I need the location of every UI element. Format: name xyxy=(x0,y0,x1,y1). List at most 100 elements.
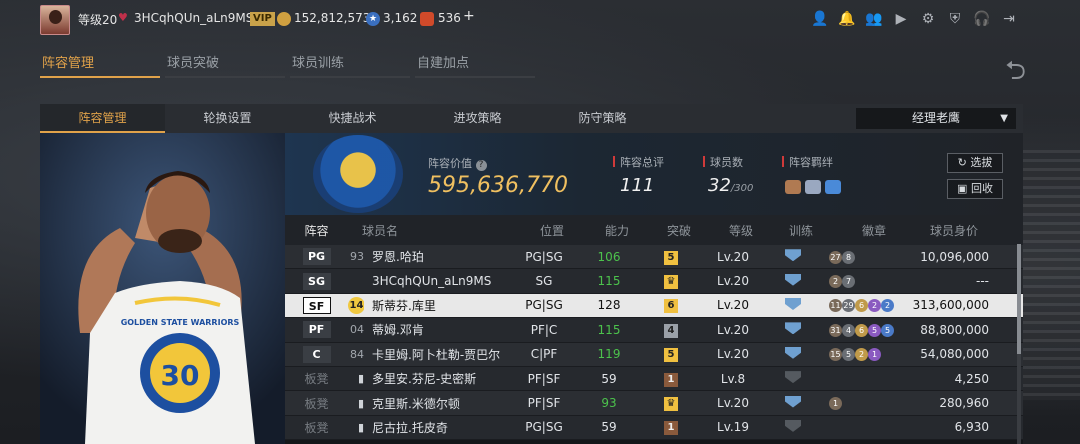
help-icon[interactable]: ? xyxy=(475,160,487,171)
back-arrow-icon[interactable]: ⮌ xyxy=(1005,52,1026,96)
training-icon xyxy=(785,419,801,432)
subtab-defense[interactable]: 防守策略 xyxy=(540,104,665,133)
badge-icon: 8 xyxy=(842,250,855,264)
header-badges[interactable]: 徽章 xyxy=(831,222,911,239)
header-ability[interactable]: 能力 xyxy=(587,222,647,239)
table-row[interactable]: SG 3HCqhQUn_aLn9MS SG 115 ♛ Lv.20 2 7 --- xyxy=(285,269,1023,294)
header-position[interactable]: 位置 xyxy=(517,222,587,239)
header-level[interactable]: 等级 xyxy=(711,222,771,239)
table-row[interactable]: SF 14 斯蒂芬.库里 PG|SG 128 6 Lv.20 11 29 6 2 2 313,600,0… xyxy=(285,293,1023,319)
header-breakthrough[interactable]: 突破 xyxy=(647,222,711,239)
recycle-button[interactable]: ▣ 回收 xyxy=(947,179,1003,199)
training-icon xyxy=(785,273,801,286)
table-row[interactable]: 板凳 ▮ 多里安.芬尼-史密斯 PF|SF 59 1 Lv.8 4,250 xyxy=(285,366,1023,392)
gear-icon[interactable]: ⚙ xyxy=(919,10,937,28)
player-value: 280,960 xyxy=(939,396,989,411)
badge-icon: 29 xyxy=(842,299,855,313)
lineup-slot[interactable]: C xyxy=(285,345,348,363)
header-value[interactable]: 球员身价 xyxy=(911,222,1011,239)
badge-icon: 4 xyxy=(842,323,855,337)
lineup-slot[interactable]: PG xyxy=(285,248,348,266)
table-row[interactable]: C 84 卡里姆.阿卜杜勒-贾巴尔 C|PF 119 5 Lv.20 15 5 2 1 54,080,… xyxy=(285,342,1023,367)
training-icon xyxy=(785,371,801,384)
lineup-slot[interactable]: SG xyxy=(285,272,348,290)
player-name: 蒂姆.邓肯 xyxy=(372,323,424,338)
lineup-panel: 阵容管理 轮换设置 快捷战术 进攻策略 防守策略 经理老鹰 ▼ 30 GOLDE… xyxy=(40,104,1023,444)
header-lineup[interactable]: 阵容 xyxy=(285,222,348,239)
avatar[interactable] xyxy=(40,5,70,35)
lineup-slot[interactable]: 板凳 xyxy=(285,419,348,436)
header-name[interactable]: 球员名 xyxy=(348,222,517,239)
table-row[interactable]: 板凳 ▮ 尼古拉.托皮奇 PG|SG 59 1 Lv.19 6,930 xyxy=(285,415,1023,441)
main-tabs: 阵容管理 球员突破 球员训练 自建加点 xyxy=(40,52,540,78)
lineup-value: 595,636,770 xyxy=(428,173,568,198)
breakthrough-cell: ♛ xyxy=(639,395,703,412)
training-icon xyxy=(785,395,801,408)
select-button[interactable]: ↻ 选拔 xyxy=(947,153,1003,173)
player-value: 313,600,000 xyxy=(912,298,989,313)
table-row[interactable]: PG 93 罗恩.哈珀 PG|SG 106 5 Lv.20 27 8 10,096,000 xyxy=(285,245,1023,270)
badge-icon: 5 xyxy=(881,323,894,337)
tab-breakthrough[interactable]: 球员突破 xyxy=(165,52,285,78)
video-icon[interactable]: ▶ xyxy=(892,10,910,28)
add-currency-button[interactable]: + xyxy=(463,8,475,24)
player-value: 4,250 xyxy=(954,371,989,386)
tab-custom-points[interactable]: 自建加点 xyxy=(415,52,535,78)
slot-tag: SG xyxy=(302,272,331,290)
player-ability: 115 xyxy=(597,322,621,337)
tab-training[interactable]: 球员训练 xyxy=(290,52,410,78)
badge-icon: 2 xyxy=(855,348,868,362)
player-ability: 128 xyxy=(597,298,621,313)
player-level: Lv.20 xyxy=(717,347,749,362)
player-name: 卡里姆.阿卜杜勒-贾巴尔 xyxy=(372,347,501,362)
lineup-slot[interactable]: SF xyxy=(285,296,348,314)
bond-icons[interactable] xyxy=(785,180,841,194)
player-value: 54,080,000 xyxy=(920,347,989,362)
heart-icon: ♥ xyxy=(118,11,128,24)
subtab-rotation[interactable]: 轮换设置 xyxy=(165,104,290,133)
player-position: PG|SG xyxy=(525,298,563,313)
player-name: 多里安.芬尼-史密斯 xyxy=(372,372,477,387)
player-value: --- xyxy=(976,274,989,289)
badge-icon: 5 xyxy=(868,323,881,337)
lineup-rating-label: 阵容总评 xyxy=(613,154,664,170)
manager-dropdown-value: 经理老鹰 xyxy=(911,111,960,125)
player-level: Lv.8 xyxy=(720,371,746,386)
badges-cell: 1 xyxy=(823,396,903,411)
header-training[interactable]: 训练 xyxy=(771,222,831,239)
player-level: Lv.20 xyxy=(717,322,749,337)
lineup-slot[interactable]: PF xyxy=(285,321,348,339)
jersey-num: 04 xyxy=(348,323,364,336)
manager-dropdown[interactable]: 经理老鹰 ▼ xyxy=(856,108,1016,129)
table-row[interactable]: 板凳 ▮ 克里斯.米德尔顿 PF|SF 93 ♛ Lv.20 1 280,960 xyxy=(285,391,1023,416)
badge-icon: 15 xyxy=(829,348,842,362)
subtab-lineup[interactable]: 阵容管理 xyxy=(40,104,165,133)
badge-icon: 27 xyxy=(829,250,842,264)
subtab-quick-tactics[interactable]: 快捷战术 xyxy=(290,104,415,133)
player-illustration: 30 GOLDEN STATE WARRIORS xyxy=(40,133,285,444)
breakthrough-badge: 5 xyxy=(664,348,678,363)
breakthrough-badge: 4 xyxy=(664,323,678,338)
player-position: PG|SG xyxy=(525,249,563,264)
table-row[interactable]: PF 04 蒂姆.邓肯 PF|C 115 4 Lv.20 31 4 6 5 5 88,800,000 xyxy=(285,318,1023,343)
slot-tag: C xyxy=(302,345,331,363)
logout-icon[interactable]: ⇥ xyxy=(1000,10,1018,28)
subtab-offense[interactable]: 进攻策略 xyxy=(415,104,540,133)
shield-icon[interactable]: ⛨ xyxy=(946,10,964,28)
headset-icon[interactable]: 🎧 xyxy=(973,10,991,28)
bell-icon[interactable]: 🔔 xyxy=(838,10,856,28)
badge-icon: 2 xyxy=(829,275,842,289)
tab-lineup[interactable]: 阵容管理 xyxy=(40,52,160,78)
badge-icon: 2 xyxy=(881,299,894,313)
table-scrollbar[interactable] xyxy=(1017,244,1021,444)
player-ability: 59 xyxy=(601,420,617,435)
player-ability: 106 xyxy=(597,249,621,264)
profile-icon[interactable]: 👤 xyxy=(811,10,829,28)
friends-icon[interactable]: 👥 xyxy=(865,10,883,28)
lineup-slot[interactable]: 板凳 xyxy=(285,370,348,387)
jersey-num-text: 14 xyxy=(348,296,364,314)
training-cell xyxy=(763,346,823,362)
training-cell xyxy=(763,297,823,313)
lineup-slot[interactable]: 板凳 xyxy=(285,395,348,412)
table-body: PG 93 罗恩.哈珀 PG|SG 106 5 Lv.20 27 8 10,096,000 SG 3H… xyxy=(285,245,1023,441)
